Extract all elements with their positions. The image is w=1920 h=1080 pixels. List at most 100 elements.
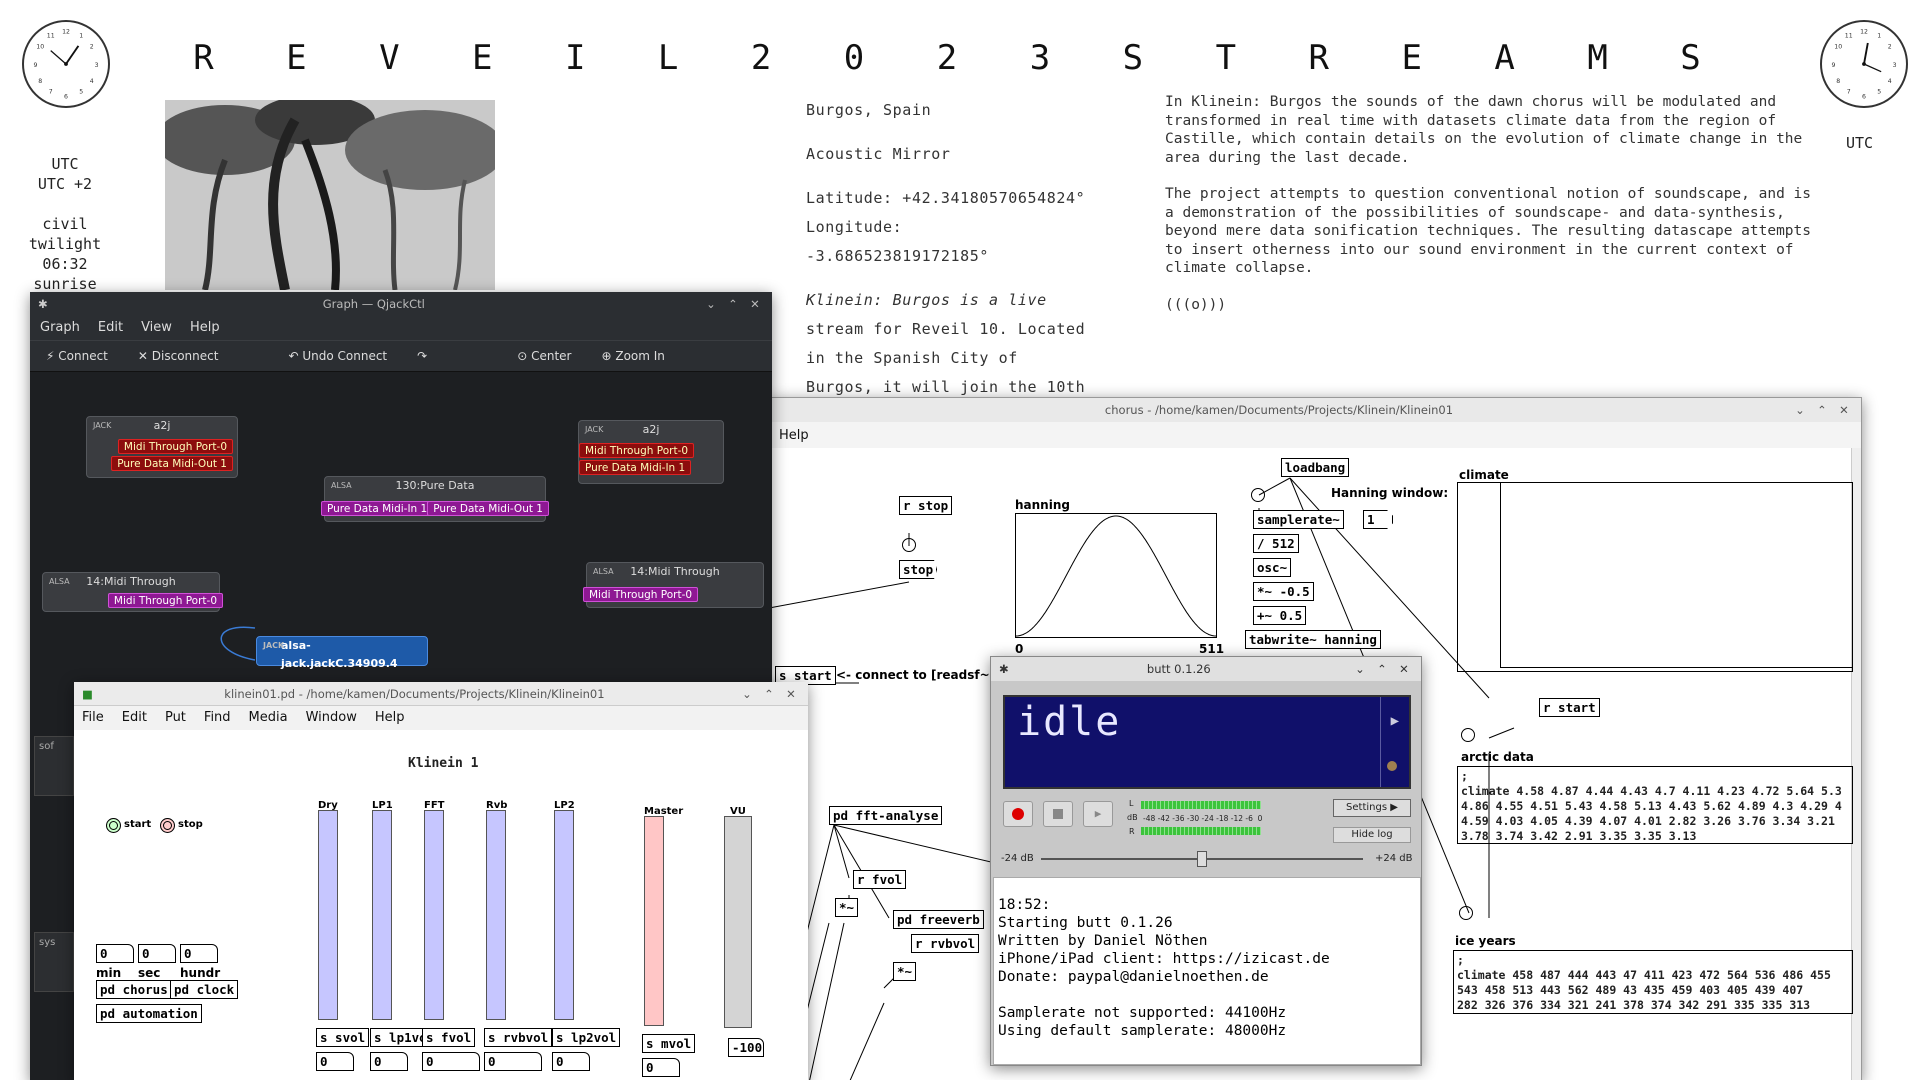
stop-message[interactable]: stop bbox=[899, 560, 938, 579]
hundredths-value[interactable]: 0 bbox=[180, 944, 218, 963]
close-icon[interactable]: ✕ bbox=[750, 297, 760, 311]
add-object[interactable]: +~ 0.5 bbox=[1253, 606, 1307, 625]
volume-value[interactable]: 0 bbox=[422, 1052, 480, 1071]
r-start-object[interactable]: r start bbox=[1539, 698, 1600, 717]
volume-value[interactable]: 0 bbox=[316, 1052, 354, 1071]
pd-automation-button[interactable]: pd automation bbox=[96, 1004, 202, 1023]
start-bang[interactable] bbox=[106, 818, 121, 833]
zoom-in-button[interactable]: ⊕ Zoom In bbox=[601, 349, 664, 363]
seconds-value[interactable]: 0 bbox=[138, 944, 176, 963]
r-stop-object[interactable]: r stop bbox=[899, 496, 953, 515]
volume-slider[interactable] bbox=[554, 810, 574, 1020]
bang-icon[interactable] bbox=[1461, 728, 1475, 742]
arctic-data-message[interactable]: ; climate 4.58 4.87 4.44 4.43 4.7 4.11 4… bbox=[1457, 766, 1853, 844]
tabwrite-object[interactable]: tabwrite~ hanning bbox=[1245, 630, 1381, 649]
loadbang-object[interactable]: loadbang bbox=[1281, 458, 1350, 477]
port[interactable]: Midi Through Port-0 bbox=[107, 593, 223, 608]
volume-slider[interactable] bbox=[644, 816, 664, 1026]
menu-edit[interactable]: Edit bbox=[98, 320, 123, 336]
volume-slider[interactable] bbox=[486, 810, 506, 1020]
menu-find[interactable]: Find bbox=[204, 710, 231, 726]
number-one[interactable]: 1 bbox=[1363, 510, 1393, 529]
send-object[interactable]: s lp2vol bbox=[552, 1028, 621, 1047]
minutes-value[interactable]: 0 bbox=[96, 944, 134, 963]
volume-value[interactable]: 0 bbox=[484, 1052, 542, 1071]
hanning-graph[interactable] bbox=[1015, 513, 1217, 638]
minimize-icon[interactable]: ⌄ bbox=[706, 297, 716, 311]
menu-file[interactable]: File bbox=[82, 710, 104, 726]
stop-button[interactable] bbox=[1043, 801, 1073, 827]
menu-help[interactable]: Help bbox=[375, 710, 405, 726]
record-button[interactable] bbox=[1003, 801, 1033, 827]
minimize-icon[interactable]: ⌄ bbox=[1355, 662, 1365, 676]
gain-slider-track[interactable] bbox=[1041, 851, 1363, 867]
send-object[interactable]: s fvol bbox=[422, 1028, 476, 1047]
volume-slider[interactable] bbox=[318, 810, 338, 1020]
menu-window[interactable]: Window bbox=[306, 710, 357, 726]
minimize-icon[interactable]: ⌄ bbox=[742, 687, 752, 701]
bang-icon[interactable] bbox=[1459, 906, 1473, 920]
pd-freeverb-object[interactable]: pd freeverb bbox=[893, 910, 984, 929]
menu-edit[interactable]: Edit bbox=[122, 710, 147, 726]
port[interactable]: Midi Through Port-0 bbox=[583, 587, 699, 602]
node-midi-through-left[interactable]: ALSA 14:Midi Through Midi Through Port-0 bbox=[42, 572, 223, 612]
gain-slider-thumb[interactable] bbox=[1197, 851, 1207, 867]
mul-object[interactable]: *~ bbox=[893, 962, 917, 981]
play-button[interactable]: ▶ bbox=[1083, 801, 1113, 827]
pd-fft-object[interactable]: pd fft-analyse bbox=[829, 806, 943, 825]
port[interactable]: Midi Through Port-0 bbox=[579, 443, 695, 458]
bang-icon[interactable] bbox=[902, 538, 916, 552]
center-button[interactable]: ⊙ Center bbox=[517, 349, 571, 363]
pd-main-titlebar[interactable]: ■ klinein01.pd - /home/kamen/Documents/P… bbox=[74, 682, 808, 706]
butt-titlebar[interactable]: ✱ butt 0.1.26 ⌄ ⌃ ✕ bbox=[991, 657, 1421, 681]
r-fvol-object[interactable]: r fvol bbox=[853, 870, 907, 889]
maximize-icon[interactable]: ⌃ bbox=[1377, 662, 1387, 676]
connect-button[interactable]: ⚡ Connect bbox=[46, 349, 108, 363]
qjackctl-titlebar[interactable]: ✱ Graph — QjackCtl ⌄ ⌃ ✕ bbox=[30, 292, 772, 316]
node-a2j-left[interactable]: JACK a2j Midi Through Port-0 Pure Data Mi… bbox=[86, 416, 238, 478]
menu-put[interactable]: Put bbox=[165, 710, 186, 726]
node-midi-through-right[interactable]: ALSA 14:Midi Through Midi Through Port-0 bbox=[583, 562, 764, 608]
samplerate-object[interactable]: samplerate~ bbox=[1253, 510, 1344, 529]
menu-media[interactable]: Media bbox=[249, 710, 288, 726]
menu-view[interactable]: View bbox=[141, 320, 172, 336]
port[interactable]: Pure Data Midi-In 1 bbox=[579, 460, 692, 475]
r-rvbvol-object[interactable]: r rvbvol bbox=[911, 934, 980, 953]
node-side-2[interactable]: sys bbox=[34, 932, 74, 992]
mul-object[interactable]: *~ bbox=[835, 898, 859, 917]
node-pure-data[interactable]: ALSA 130:Pure Data Pure Data Midi-In 1 Pu… bbox=[321, 476, 549, 522]
send-object[interactable]: s rvbvol bbox=[484, 1028, 553, 1047]
port[interactable]: Pure Data Midi-In 1 bbox=[321, 501, 434, 516]
node-side-1[interactable]: sof bbox=[34, 736, 74, 796]
undo-button[interactable]: ↶ Undo Connect bbox=[288, 349, 387, 363]
stop-bang[interactable] bbox=[160, 818, 175, 833]
close-icon[interactable]: ✕ bbox=[786, 687, 796, 701]
climate-graph[interactable] bbox=[1457, 482, 1853, 672]
play-arrow-icon[interactable]: ▶ bbox=[1391, 713, 1399, 729]
menu-help[interactable]: Help bbox=[190, 320, 220, 336]
port[interactable]: Pure Data Midi-Out 1 bbox=[111, 456, 233, 471]
osc-object[interactable]: osc~ bbox=[1253, 558, 1292, 577]
redo-icon[interactable]: ↷ bbox=[417, 349, 427, 363]
pd-chorus-button[interactable]: pd chorus bbox=[96, 980, 172, 999]
volume-value[interactable]: 0 bbox=[552, 1052, 590, 1071]
port[interactable]: Midi Through Port-0 bbox=[117, 439, 233, 454]
butt-window[interactable]: ✱ butt 0.1.26 ⌄ ⌃ ✕ idle ▶ ▶ L R dB -48 -4… bbox=[990, 656, 1422, 1066]
menu-graph[interactable]: Graph bbox=[40, 320, 80, 336]
pd-main-window[interactable]: ■ klinein01.pd - /home/kamen/Documents/P… bbox=[74, 682, 808, 1080]
div-512-object[interactable]: / 512 bbox=[1253, 534, 1299, 553]
pd-clock-button[interactable]: pd clock bbox=[170, 980, 239, 999]
volume-value[interactable]: 0 bbox=[642, 1058, 680, 1077]
volume-value[interactable]: 0 bbox=[370, 1052, 408, 1071]
close-icon[interactable]: ✕ bbox=[1399, 662, 1409, 676]
node-a2j-right[interactable]: JACK a2j Midi Through Port-0 Pure Data Mi… bbox=[578, 420, 724, 484]
maximize-icon[interactable]: ⌃ bbox=[764, 687, 774, 701]
send-object[interactable]: s svol bbox=[316, 1028, 370, 1047]
ice-years-message[interactable]: ; climate 458 487 444 443 47 411 423 472… bbox=[1453, 950, 1853, 1014]
maximize-icon[interactable]: ⌃ bbox=[728, 297, 738, 311]
mul-object[interactable]: *~ -0.5 bbox=[1253, 582, 1314, 601]
hide-log-button[interactable]: Hide log bbox=[1333, 827, 1411, 843]
bang-icon[interactable] bbox=[1251, 488, 1265, 502]
settings-button[interactable]: Settings ▶ bbox=[1333, 799, 1411, 817]
volume-slider[interactable] bbox=[424, 810, 444, 1020]
